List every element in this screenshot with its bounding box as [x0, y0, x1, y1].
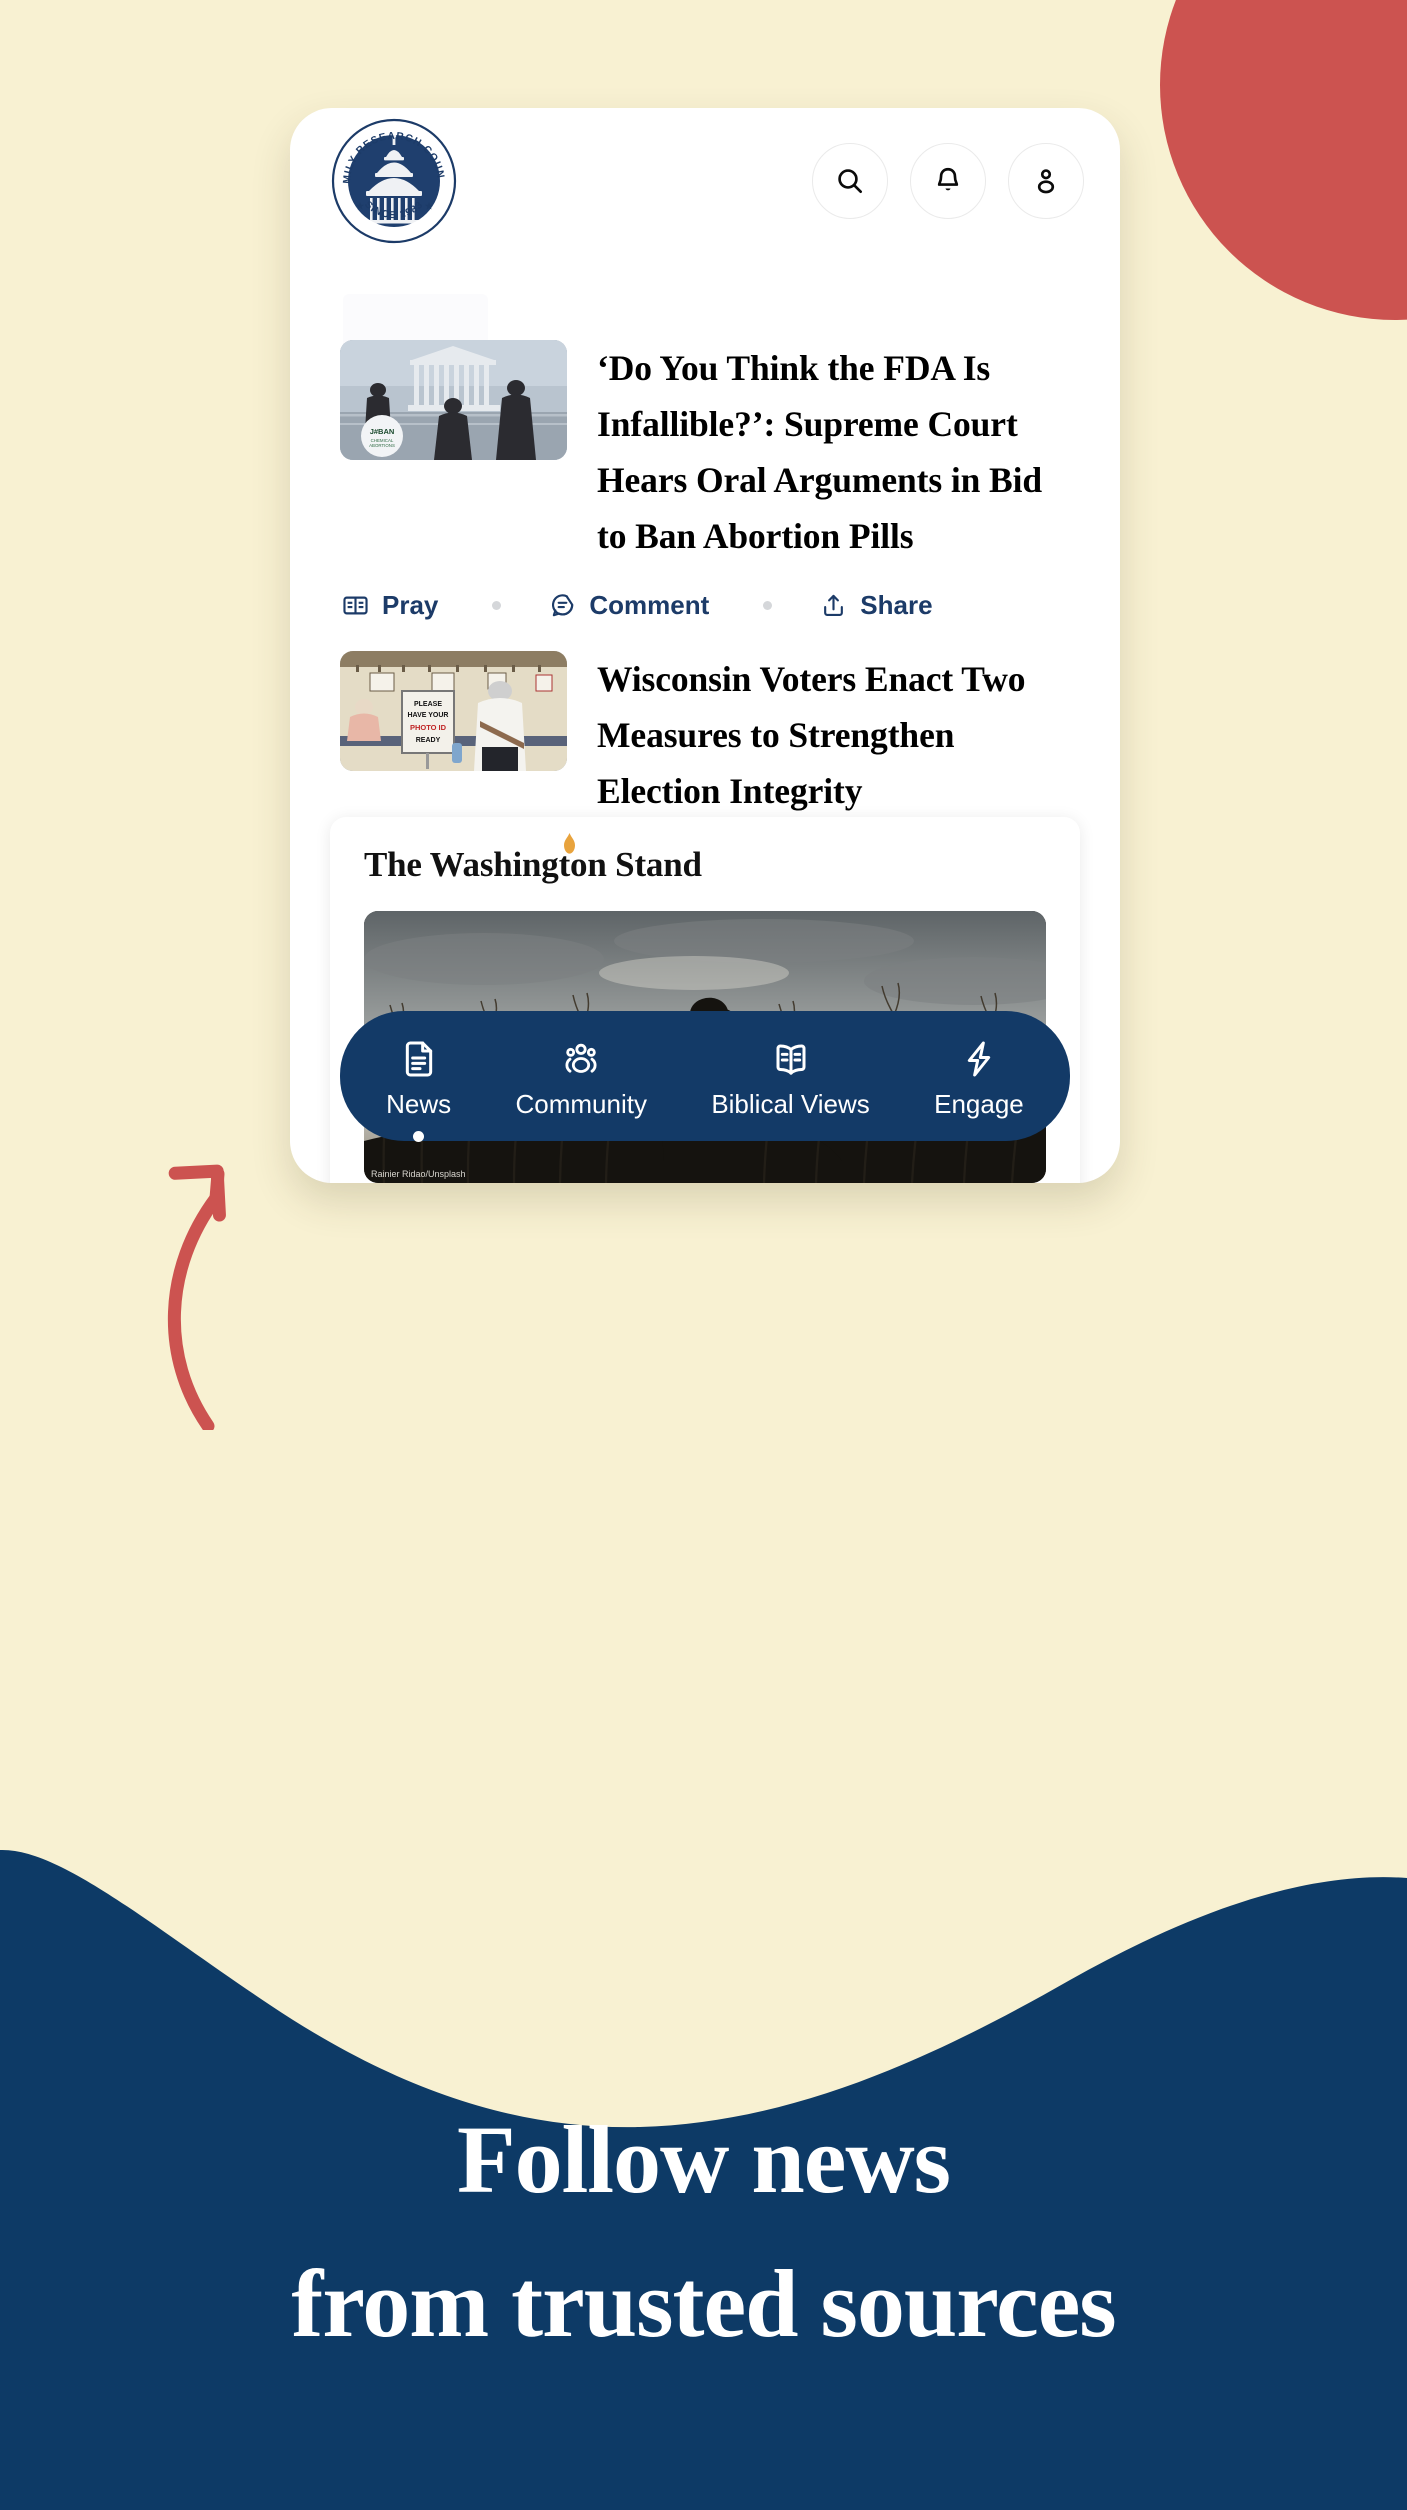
- svg-text:ABORTIONS: ABORTIONS: [369, 443, 395, 448]
- flame-icon: [564, 833, 575, 854]
- community-people-icon: [565, 1043, 597, 1073]
- svg-text:PHOTO ID: PHOTO ID: [410, 723, 447, 732]
- news-document-icon: [405, 1041, 432, 1076]
- header-actions: [812, 142, 1084, 219]
- search-button[interactable]: [812, 142, 888, 219]
- search-icon: [838, 168, 862, 193]
- separator-dot: [492, 601, 502, 611]
- promo-headline: Follow news from trusted sources: [0, 2112, 1407, 2352]
- article-title: Wisconsin Voters Enact Two Measures to S…: [597, 659, 1026, 812]
- curved-red-arrow: [167, 1164, 226, 1430]
- washington-stand-brand: The Washington Stand: [364, 833, 702, 885]
- comment-bubble-icon: [552, 594, 574, 617]
- bottom-navigation-bar: News Community Biblical Views Engage: [340, 1011, 1070, 1142]
- svg-text:J#BAN: J#BAN: [370, 427, 395, 436]
- article-actions: Pray Comment Share: [290, 590, 1120, 621]
- nav-item-biblical-views[interactable]: Biblical Views: [711, 1033, 870, 1120]
- article-thumbnail: PLEASE HAVE YOUR PHOTO ID READY: [340, 651, 567, 772]
- bell-icon: [937, 167, 959, 190]
- separator-dot: [763, 601, 773, 611]
- svg-text:PLEASE: PLEASE: [414, 701, 442, 708]
- share-label: Share: [860, 590, 933, 621]
- svg-text:★: ★: [425, 201, 434, 211]
- svg-text:HAVE YOUR: HAVE YOUR: [408, 712, 449, 719]
- promo-line-1: Follow news: [457, 2106, 951, 2213]
- article-thumbnail: J#BAN CHEMICAL ABORTIONS: [340, 340, 567, 460]
- share-arrow-icon: [824, 595, 844, 617]
- pray-label: Pray: [382, 590, 439, 621]
- svg-text:READY: READY: [416, 737, 441, 744]
- comment-button[interactable]: Comment: [549, 590, 709, 621]
- notifications-button[interactable]: [910, 142, 986, 219]
- app-header: FAMILY RESEARCH COUNCIL SINCE 1983 ★ ★: [290, 108, 1120, 253]
- news-feed: J#BAN CHEMICAL ABORTIONS ‘Do You Think t…: [290, 258, 1120, 879]
- open-book-icon: [776, 1044, 806, 1075]
- lightning-bolt-icon: [967, 1041, 991, 1076]
- pray-button[interactable]: Pray: [342, 590, 438, 621]
- nav-item-engage[interactable]: Engage: [934, 1033, 1024, 1120]
- family-research-council-logo: FAMILY RESEARCH COUNCIL SINCE 1983 ★ ★: [326, 109, 458, 245]
- profile-button[interactable]: [1008, 142, 1084, 219]
- promo-line-2: from trusted sources: [291, 2250, 1116, 2357]
- phone-mockup-card: FAMILY RESEARCH COUNCIL SINCE 1983 ★ ★: [290, 108, 1120, 1183]
- list-item[interactable]: J#BAN CHEMICAL ABORTIONS ‘Do You Think t…: [290, 340, 1120, 564]
- list-item[interactable]: PLEASE HAVE YOUR PHOTO ID READY Wisconsi…: [290, 651, 1120, 819]
- share-button[interactable]: Share: [820, 590, 933, 621]
- nav-label-community: Community: [515, 1088, 647, 1119]
- brand-text: The Washington Stand: [364, 845, 702, 884]
- nav-item-news[interactable]: News: [386, 1033, 452, 1142]
- nav-item-community[interactable]: Community: [516, 1033, 647, 1120]
- comment-label: Comment: [589, 590, 710, 621]
- nav-label-engage: Engage: [934, 1088, 1024, 1119]
- person-icon: [1037, 168, 1055, 193]
- article-title: ‘Do You Think the FDA Is Infallible?’: S…: [597, 348, 1043, 557]
- svg-text:★: ★: [356, 201, 365, 211]
- open-book-icon: [343, 596, 368, 615]
- nav-label-news: News: [386, 1088, 452, 1119]
- nav-active-indicator: [413, 1130, 425, 1142]
- nav-label-biblical-views: Biblical Views: [711, 1088, 870, 1119]
